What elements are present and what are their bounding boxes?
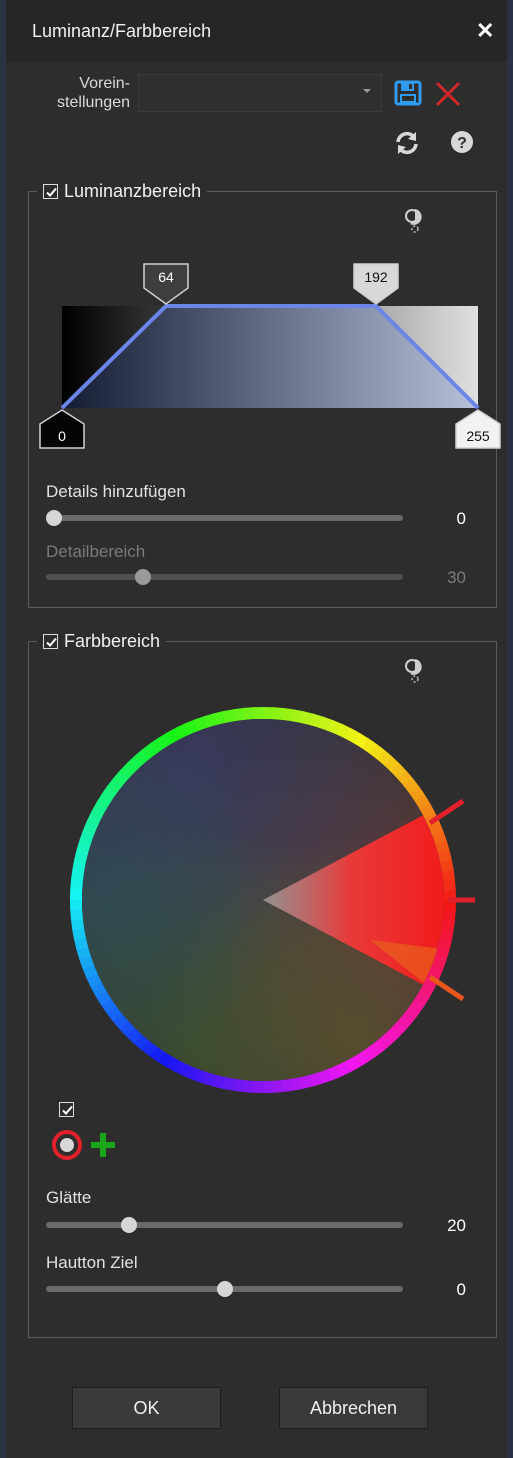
presets-dropdown[interactable] — [138, 74, 382, 112]
picker-checkbox[interactable] — [59, 1102, 74, 1117]
add-color-icon[interactable] — [88, 1130, 118, 1165]
delete-icon[interactable] — [434, 80, 462, 113]
details-value: 0 — [456, 509, 466, 528]
skin-target-label: Hautton Ziel — [46, 1253, 138, 1272]
chevron-down-icon — [363, 89, 371, 93]
detail-range-value: 30 — [447, 568, 466, 587]
handle-top-left[interactable]: 64 — [143, 263, 189, 305]
skin-target-value: 0 — [456, 1280, 466, 1299]
close-icon[interactable]: ✕ — [476, 18, 494, 44]
smoothness-value: 20 — [447, 1216, 466, 1235]
luminance-checkbox[interactable] — [43, 183, 58, 199]
handle-bottom-left[interactable]: 0 — [39, 409, 85, 449]
dialog-title: Luminanz/Farbbereich — [32, 21, 212, 41]
detail-range-label: Detailbereich — [46, 542, 146, 561]
eyedropper-icon[interactable] — [402, 657, 428, 688]
cancel-button[interactable]: Abbrechen — [279, 1387, 428, 1429]
help-icon[interactable]: ? — [450, 130, 474, 159]
smoothness-label: Glätte — [46, 1188, 92, 1207]
color-wheel[interactable] — [70, 700, 480, 1100]
details-label: Details hinzufügen — [46, 482, 186, 501]
reset-icon[interactable] — [394, 130, 420, 161]
hue-range-marker-start[interactable] — [428, 798, 465, 826]
presets-label-line1: Vorein- — [79, 75, 130, 92]
svg-text:?: ? — [457, 135, 467, 152]
luminance-label: Luminanzbereich — [64, 180, 202, 201]
luminance-group-header: Luminanzbereich — [37, 180, 208, 202]
luminance-range-editor[interactable]: 64 192 0 255 — [30, 260, 510, 460]
handle-bottom-left-label: 0 — [58, 428, 66, 444]
hue-range-marker-end[interactable] — [428, 974, 465, 1002]
skin-target-slider-thumb[interactable] — [216, 1281, 233, 1297]
detail-range-slider-thumb — [134, 569, 151, 585]
presets-label-line2: stellungen — [57, 94, 130, 111]
presets-label: Vorein- stellungen — [22, 74, 130, 112]
details-slider-track[interactable] — [46, 510, 403, 526]
smoothness-slider-track[interactable] — [46, 1217, 403, 1233]
handle-bottom-right-label: 255 — [466, 428, 490, 444]
dialog-window: Luminanz/Farbbereich ✕ Vorein- stellunge… — [0, 0, 513, 1458]
eyedropper-icon[interactable] — [402, 207, 428, 238]
handle-top-right[interactable]: 192 — [353, 263, 399, 305]
smoothness-slider-thumb[interactable] — [121, 1217, 138, 1233]
save-icon[interactable] — [394, 80, 422, 111]
details-slider-thumb[interactable] — [46, 510, 62, 526]
handle-top-right-label: 192 — [364, 269, 388, 285]
color-group-header: Farbbereich — [37, 630, 167, 652]
skin-target-slider-track[interactable] — [46, 1281, 403, 1297]
color-checkbox[interactable] — [43, 633, 58, 649]
detail-range-slider-track — [46, 569, 403, 585]
target-picker-icon[interactable] — [50, 1128, 84, 1167]
color-label: Farbbereich — [64, 630, 161, 651]
ok-button[interactable]: OK — [72, 1387, 221, 1429]
handle-top-left-label: 64 — [158, 269, 174, 285]
title-bar: Luminanz/Farbbereich ✕ — [6, 0, 507, 62]
handle-bottom-right[interactable]: 255 — [455, 409, 501, 449]
